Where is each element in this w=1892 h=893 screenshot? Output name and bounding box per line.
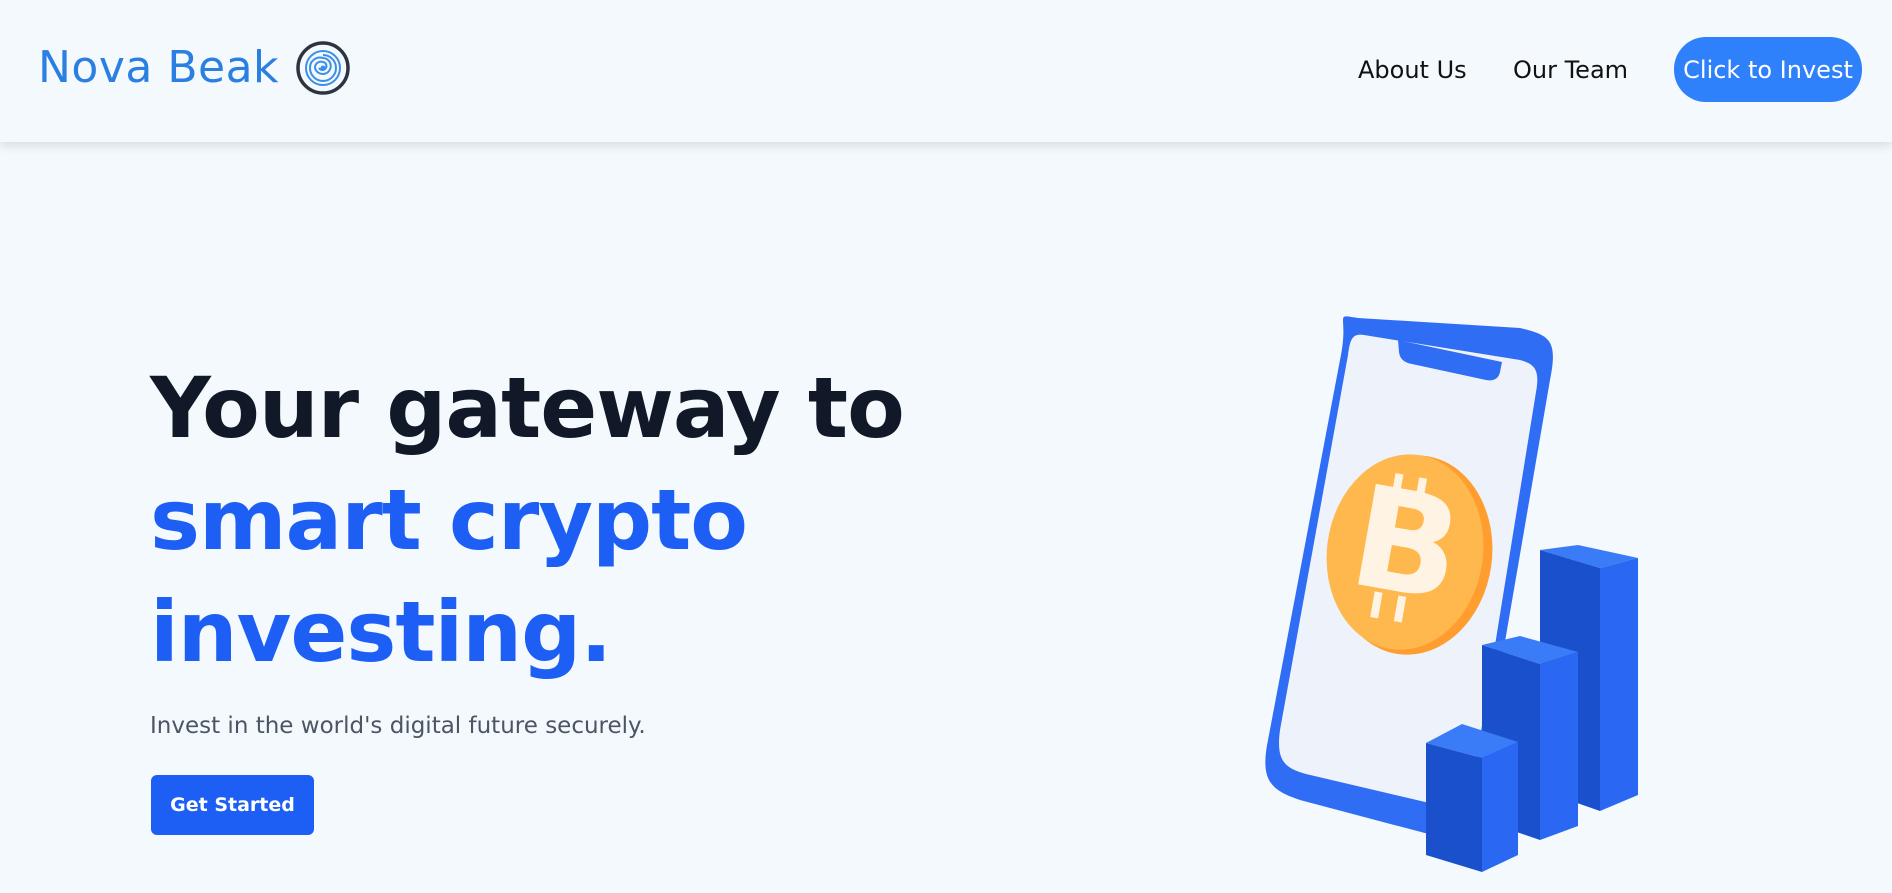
brand-name[interactable]: Nova Beak [38,38,279,98]
hero-headline: Your gateway to smart crypto investing. [150,352,970,688]
headline-line-1: Your gateway to [150,359,905,457]
spiral-target-icon [296,41,350,95]
brand[interactable]: Nova Beak [38,38,351,98]
nav-link-about-us[interactable]: About Us [1358,50,1467,90]
top-navbar: Nova Beak About Us Our Team Click to Inv… [0,0,1892,142]
crypto-illustration: B [1265,316,1638,872]
headline-line-2: smart crypto [150,471,748,569]
hero-subtitle: Invest in the world's digital future sec… [150,713,646,739]
headline-line-3: investing. [150,583,612,681]
nav-link-our-team[interactable]: Our Team [1513,50,1628,90]
get-started-button[interactable]: Get Started [151,775,314,835]
click-to-invest-button[interactable]: Click to Invest [1674,37,1862,102]
